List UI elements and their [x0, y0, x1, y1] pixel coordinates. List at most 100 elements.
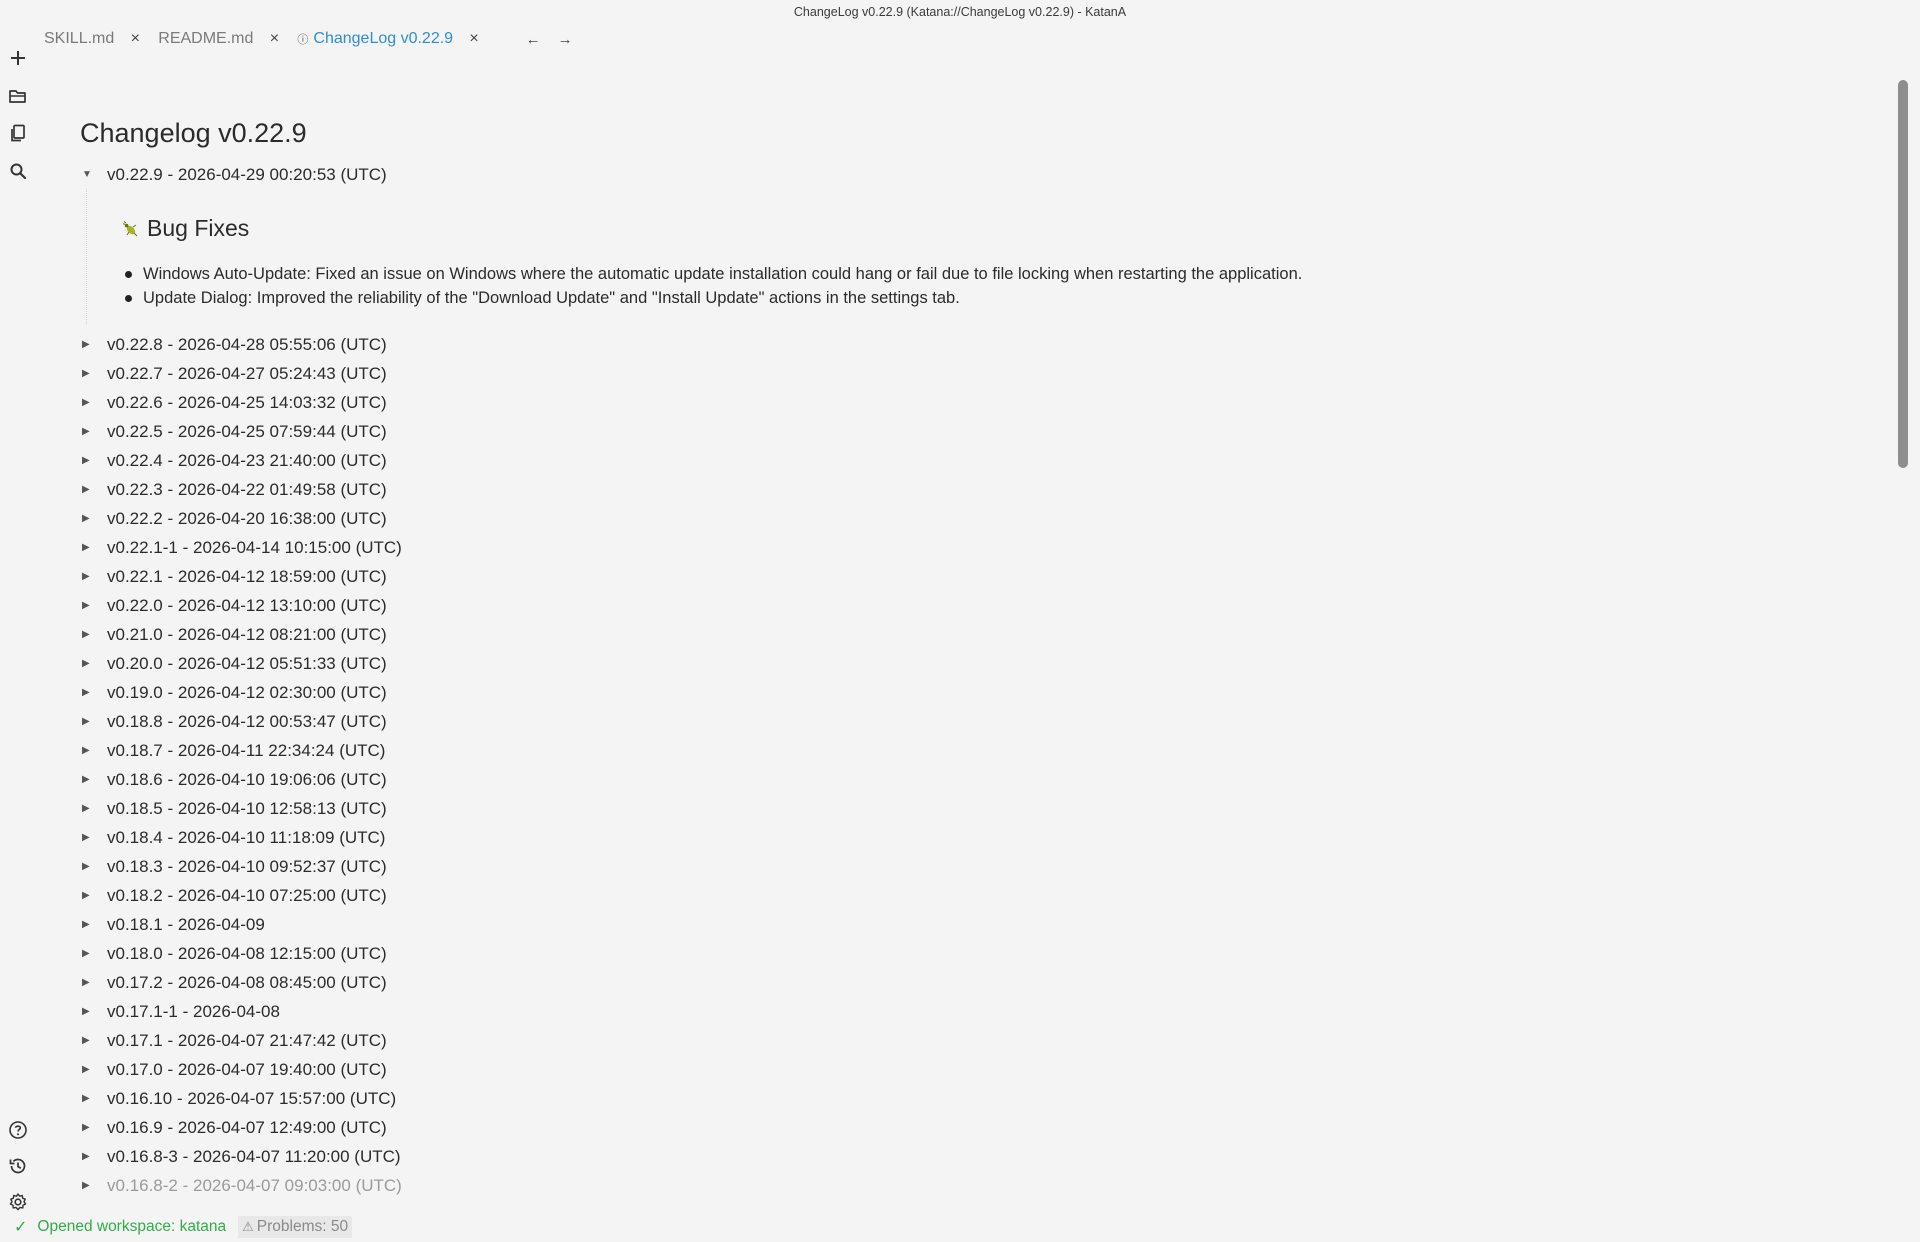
bullet-icon [125, 270, 132, 278]
close-icon[interactable]: × [128, 30, 142, 48]
changelog-entry[interactable]: ▶ v0.19.0 - 2026-04-12 02:30:00 (UTC) [80, 678, 1880, 707]
entry-label: v0.18.8 - 2026-04-12 00:53:47 (UTC) [107, 711, 387, 731]
changelog-entry[interactable]: ▶ v0.22.1-1 - 2026-04-14 10:15:00 (UTC) [80, 533, 1880, 562]
entry-label: v0.18.3 - 2026-04-10 09:52:37 (UTC) [107, 856, 387, 876]
close-icon[interactable]: × [467, 30, 481, 48]
changelog-entry[interactable]: ▶ v0.22.3 - 2026-04-22 01:49:58 (UTC) [80, 475, 1880, 504]
tab-label: ChangeLog v0.22.9 [313, 30, 454, 47]
entry-label: v0.20.0 - 2026-04-12 05:51:33 (UTC) [107, 653, 387, 673]
problems-button[interactable]: ⚠ Problems: 50 [238, 1216, 353, 1238]
entry-label: v0.18.1 - 2026-04-09 [107, 914, 265, 934]
entry-label: v0.22.2 - 2026-04-20 16:38:00 (UTC) [107, 508, 387, 528]
tab-skill-md[interactable]: SKILL.md × [36, 22, 150, 56]
entry-label: v0.22.0 - 2026-04-12 13:10:00 (UTC) [107, 595, 387, 615]
history-icon[interactable] [4, 1152, 32, 1180]
vertical-scrollbar[interactable] [1896, 80, 1910, 1210]
changelog-entry[interactable]: ▶ v0.18.6 - 2026-04-10 19:06:06 (UTC) [80, 765, 1880, 794]
search-icon[interactable] [4, 157, 32, 185]
changelog-entry[interactable]: ▶ v0.18.1 - 2026-04-09 [80, 910, 1880, 939]
entry-label: v0.16.9 - 2026-04-07 12:49:00 (UTC) [107, 1117, 387, 1137]
entry-label: v0.18.5 - 2026-04-10 12:58:13 (UTC) [107, 798, 387, 818]
changelog-entry[interactable]: ▶ v0.22.0 - 2026-04-12 13:10:00 (UTC) [80, 591, 1880, 620]
changelog-entry[interactable]: ▶ v0.22.6 - 2026-04-25 14:03:32 (UTC) [80, 388, 1880, 417]
arrow-left-icon[interactable]: ← [525, 31, 541, 48]
caret-right-icon: ▶ [82, 484, 90, 495]
caret-right-icon: ▶ [82, 716, 90, 727]
changelog-entry[interactable]: ▶ v0.16.8-3 - 2026-04-07 11:20:00 (UTC) [80, 1142, 1880, 1171]
entry-label: v0.22.7 - 2026-04-27 05:24:43 (UTC) [107, 363, 387, 383]
tab-readme-md[interactable]: README.md × [150, 22, 289, 56]
changelog-entry[interactable]: ▶ v0.20.0 - 2026-04-12 05:51:33 (UTC) [80, 649, 1880, 678]
caret-right-icon: ▶ [82, 629, 90, 640]
help-icon[interactable] [4, 1116, 32, 1144]
warning-icon: ⚠ [242, 1219, 254, 1234]
entry-label: v0.18.4 - 2026-04-10 11:18:09 (UTC) [107, 827, 386, 847]
changelog-entry[interactable]: ▶ v0.16.8-2 - 2026-04-07 09:03:00 (UTC) [80, 1171, 1880, 1200]
list-item-text: Update Dialog: Improved the reliability … [143, 289, 960, 307]
changelog-entry[interactable]: ▶ v0.22.1 - 2026-04-12 18:59:00 (UTC) [80, 562, 1880, 591]
entry-label: v0.17.1 - 2026-04-07 21:47:42 (UTC) [107, 1030, 387, 1050]
entry-label: v0.16.8-2 - 2026-04-07 09:03:00 (UTC) [107, 1175, 402, 1195]
bug-icon [122, 220, 138, 236]
entry-label: v0.18.0 - 2026-04-08 12:15:00 (UTC) [107, 943, 387, 963]
changelog-entry[interactable]: ▶ v0.16.9 - 2026-04-07 12:49:00 (UTC) [80, 1113, 1880, 1142]
info-icon: ⓘ [297, 34, 309, 46]
caret-right-icon: ▶ [82, 687, 90, 698]
caret-right-icon: ▶ [82, 1122, 90, 1133]
changelog-entries: ▶ v0.22.8 - 2026-04-28 05:55:06 (UTC) ▶ v0… [80, 330, 1880, 1200]
changelog-entry[interactable]: ▶ v0.22.4 - 2026-04-23 21:40:00 (UTC) [80, 446, 1880, 475]
activity-bar [0, 30, 36, 1211]
changelog-entry-expanded[interactable]: ▼ v0.22.9 - 2026-04-29 00:20:53 (UTC) [80, 160, 1880, 189]
entry-label: v0.22.1-1 - 2026-04-14 10:15:00 (UTC) [107, 537, 402, 557]
tab-bar: SKILL.md × README.md × ⓘ ChangeLog v0.22… [36, 22, 573, 56]
changelog-entry[interactable]: ▶ v0.18.0 - 2026-04-08 12:15:00 (UTC) [80, 939, 1880, 968]
arrow-right-icon[interactable]: → [557, 31, 573, 48]
entry-label: v0.22.8 - 2026-04-28 05:55:06 (UTC) [107, 334, 387, 354]
entry-label: v0.16.8-3 - 2026-04-07 11:20:00 (UTC) [107, 1146, 401, 1166]
entry-label: v0.17.1-1 - 2026-04-08 [107, 1001, 280, 1021]
entry-label: v0.19.0 - 2026-04-12 02:30:00 (UTC) [107, 682, 387, 702]
caret-right-icon: ▶ [82, 948, 90, 959]
open-folder-icon[interactable] [4, 82, 32, 110]
status-message-text: Opened workspace: katana [37, 1218, 227, 1235]
changelog-entry[interactable]: ▶ v0.22.2 - 2026-04-20 16:38:00 (UTC) [80, 504, 1880, 533]
caret-right-icon: ▶ [82, 513, 90, 524]
check-icon: ✓ [14, 1219, 28, 1236]
close-icon[interactable]: × [267, 30, 281, 48]
changelog-entry[interactable]: ▶ v0.22.7 - 2026-04-27 05:24:43 (UTC) [80, 359, 1880, 388]
changelog-entry[interactable]: ▶ v0.22.5 - 2026-04-25 07:59:44 (UTC) [80, 417, 1880, 446]
caret-right-icon: ▶ [82, 861, 90, 872]
status-message[interactable]: ✓ Opened workspace: katana [14, 1217, 226, 1237]
caret-right-icon: ▶ [82, 803, 90, 814]
changelog-entry[interactable]: ▶ v0.17.2 - 2026-04-08 08:45:00 (UTC) [80, 968, 1880, 997]
entry-label: v0.22.1 - 2026-04-12 18:59:00 (UTC) [107, 566, 387, 586]
caret-right-icon: ▶ [82, 426, 90, 437]
caret-right-icon: ▶ [82, 832, 90, 843]
entry-body: Bug Fixes Windows Auto-Update: Fixed an … [86, 189, 1880, 324]
changelog-entry[interactable]: ▶ v0.17.1 - 2026-04-07 21:47:42 (UTC) [80, 1026, 1880, 1055]
caret-right-icon: ▶ [82, 919, 90, 930]
caret-right-icon: ▶ [82, 600, 90, 611]
tab-changelog[interactable]: ⓘ ChangeLog v0.22.9 × [289, 22, 489, 56]
changelog-entry[interactable]: ▶ v0.18.8 - 2026-04-12 00:53:47 (UTC) [80, 707, 1880, 736]
changelog-entry[interactable]: ▶ v0.22.8 - 2026-04-28 05:55:06 (UTC) [80, 330, 1880, 359]
new-file-icon[interactable] [4, 44, 32, 72]
entry-label: v0.18.6 - 2026-04-10 19:06:06 (UTC) [107, 769, 387, 789]
changelog-entry[interactable]: ▶ v0.17.1-1 - 2026-04-08 [80, 997, 1880, 1026]
changelog-entry[interactable]: ▶ v0.16.10 - 2026-04-07 15:57:00 (UTC) [80, 1084, 1880, 1113]
entry-label: v0.16.10 - 2026-04-07 15:57:00 (UTC) [107, 1088, 397, 1108]
changelog-entry[interactable]: ▶ v0.18.5 - 2026-04-10 12:58:13 (UTC) [80, 794, 1880, 823]
changelog-entry[interactable]: ▶ v0.18.2 - 2026-04-10 07:25:00 (UTC) [80, 881, 1880, 910]
changelog-entry[interactable]: ▶ v0.21.0 - 2026-04-12 08:21:00 (UTC) [80, 620, 1880, 649]
section-heading: Bug Fixes [121, 215, 1880, 242]
changelog-entry[interactable]: ▶ v0.18.4 - 2026-04-10 11:18:09 (UTC) [80, 823, 1880, 852]
files-icon[interactable] [4, 119, 32, 147]
caret-right-icon: ▶ [82, 1093, 90, 1104]
changelog-entry[interactable]: ▶ v0.18.3 - 2026-04-10 09:52:37 (UTC) [80, 852, 1880, 881]
caret-right-icon: ▶ [82, 339, 90, 350]
list-item: Update Dialog: Improved the reliability … [121, 286, 1880, 310]
entry-label: v0.22.4 - 2026-04-23 21:40:00 (UTC) [107, 450, 387, 470]
changelog-entry[interactable]: ▶ v0.18.7 - 2026-04-11 22:34:24 (UTC) [80, 736, 1880, 765]
scrollbar-thumb[interactable] [1898, 80, 1908, 468]
changelog-entry[interactable]: ▶ v0.17.0 - 2026-04-07 19:40:00 (UTC) [80, 1055, 1880, 1084]
